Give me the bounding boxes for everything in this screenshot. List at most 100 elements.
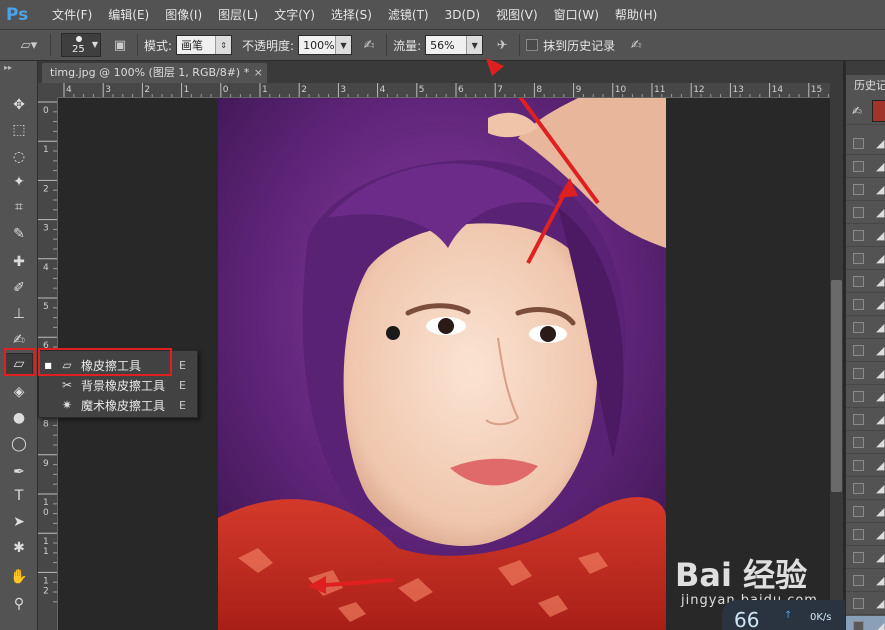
zoom-tool-icon[interactable]: ⚲ [5, 593, 33, 615]
history-state-checkbox[interactable] [853, 529, 864, 540]
menu-item[interactable]: 文字(Y) [266, 0, 323, 30]
history-state-row[interactable]: ◢ [846, 225, 885, 247]
history-state-row[interactable]: ◢ [846, 593, 885, 615]
eyedropper-tool-icon[interactable]: ✎ [5, 223, 33, 245]
history-state-row[interactable]: ◢ [846, 202, 885, 224]
history-state-row[interactable]: ◢ [846, 455, 885, 477]
history-state-checkbox[interactable] [853, 368, 864, 379]
history-state-row[interactable]: ◢ [846, 478, 885, 500]
chevron-down-icon: ▼ [335, 36, 352, 54]
menu-item[interactable]: 滤镜(T) [380, 0, 437, 30]
document-tab[interactable]: timg.jpg @ 100% (图层 1, RGB/8#) * × [42, 63, 267, 83]
history-state-checkbox[interactable] [853, 621, 864, 630]
opacity-input[interactable]: 100% ▼ [298, 35, 353, 55]
menu-item[interactable]: 3D(D) [437, 0, 488, 30]
history-state-row[interactable]: ◢ [846, 179, 885, 201]
history-state-row[interactable]: ◢ [846, 156, 885, 178]
history-state-row[interactable]: ◢ [846, 616, 885, 630]
ruler-tick-label: 3 [340, 85, 346, 95]
marquee-tool-icon[interactable]: ⬚ [5, 119, 33, 141]
menu-item[interactable]: 文件(F) [44, 0, 100, 30]
history-snapshot[interactable]: ✍ [846, 97, 885, 125]
erase-to-history-checkbox[interactable] [526, 39, 539, 51]
history-state-row[interactable]: ◢ [846, 432, 885, 454]
history-state-row[interactable]: ◢ [846, 294, 885, 316]
lasso-tool-icon[interactable]: ◌ [5, 146, 33, 168]
flyout-item-2[interactable]: ✷ 魔术橡皮擦工具 E [39, 395, 197, 415]
paint-bucket-tool-icon[interactable]: ◈ [5, 381, 33, 403]
history-state-row[interactable]: ◢ [846, 271, 885, 293]
divider [50, 34, 51, 56]
airbrush-icon[interactable]: ✈ [491, 34, 513, 56]
history-state-checkbox[interactable] [853, 552, 864, 563]
menu-item[interactable]: 图像(I) [157, 0, 210, 30]
panel-collapse-icon[interactable]: ▸▸ [4, 63, 12, 72]
menu-item[interactable]: 帮助(H) [607, 0, 665, 30]
pen-tool-icon[interactable]: ✒ [5, 461, 33, 483]
history-state-row[interactable]: ◢ [846, 386, 885, 408]
brush-panel-toggle-icon[interactable]: ▣ [109, 34, 131, 56]
history-state-checkbox[interactable] [853, 138, 864, 149]
history-state-row[interactable]: ◢ [846, 248, 885, 270]
menu-item[interactable]: 图层(L) [210, 0, 266, 30]
magic-wand-tool-icon[interactable]: ✦ [5, 171, 33, 193]
background-eraser-icon: ✂ [61, 378, 73, 392]
move-tool-icon[interactable]: ✥ [5, 94, 33, 116]
dodge-tool-icon[interactable]: ◯ [5, 433, 33, 455]
crop-tool-icon[interactable]: ⌗ [5, 196, 33, 218]
flow-input[interactable]: 56% ▼ [425, 35, 484, 55]
history-state-row[interactable]: ◢ [846, 317, 885, 339]
history-state-checkbox[interactable] [853, 230, 864, 241]
history-state-row[interactable]: ◢ [846, 133, 885, 155]
history-state-row[interactable]: ◢ [846, 363, 885, 385]
ruler-tick-label: 10 [615, 85, 627, 95]
history-state-checkbox[interactable] [853, 598, 864, 609]
flyout-item-1[interactable]: ✂ 背景橡皮擦工具 E [39, 375, 197, 395]
history-state-checkbox[interactable] [853, 161, 864, 172]
history-state-row[interactable]: ◢ [846, 524, 885, 546]
history-state-checkbox[interactable] [853, 460, 864, 471]
blur-tool-icon[interactable]: ● [5, 407, 33, 429]
history-state-row[interactable]: ◢ [846, 501, 885, 523]
history-state-checkbox[interactable] [853, 299, 864, 310]
menu-item[interactable]: 选择(S) [323, 0, 380, 30]
history-state-checkbox[interactable] [853, 184, 864, 195]
menu-item[interactable]: 窗口(W) [546, 0, 607, 30]
history-state-checkbox[interactable] [853, 276, 864, 287]
menu-item[interactable]: 视图(V) [488, 0, 546, 30]
history-state-row[interactable]: ◢ [846, 409, 885, 431]
menu-items: 文件(F) 编辑(E) 图像(I) 图层(L) 文字(Y) 选择(S) 滤镜(T) 3D(D)… [44, 0, 665, 30]
menu-item[interactable]: 编辑(E) [100, 0, 157, 30]
tablet-opacity-icon[interactable]: ✍ [358, 34, 380, 56]
history-state-checkbox[interactable] [853, 414, 864, 425]
stamp-tool-icon[interactable]: ⊥ [5, 303, 33, 325]
flyout-item-label: 背景橡皮擦工具 [81, 378, 166, 393]
history-state-checkbox[interactable] [853, 253, 864, 264]
mode-select[interactable]: 画笔 ⇕ [176, 35, 233, 55]
history-state-checkbox[interactable] [853, 322, 864, 333]
brush-tool-icon[interactable]: ✐ [5, 277, 33, 299]
shape-tool-icon[interactable]: ✱ [5, 537, 33, 559]
history-state-checkbox[interactable] [853, 575, 864, 586]
history-panel-title[interactable]: 历史记 [854, 77, 885, 93]
history-state-row[interactable]: ◢ [846, 570, 885, 592]
history-state-checkbox[interactable] [853, 391, 864, 402]
brush-size-picker[interactable]: 25 ▼ [61, 33, 101, 57]
hand-tool-icon[interactable]: ✋ [5, 566, 33, 588]
history-state-checkbox[interactable] [853, 483, 864, 494]
scrollbar-thumb[interactable] [831, 280, 842, 492]
history-state-row[interactable]: ◢ [846, 340, 885, 362]
history-state-row[interactable]: ◢ [846, 547, 885, 569]
photoshop-window: Ps 文件(F) 编辑(E) 图像(I) 图层(L) 文字(Y) 选择(S) 滤镜(T) 3D… [0, 0, 885, 630]
eraser-preset-icon[interactable]: ▱▾ [14, 34, 44, 56]
history-state-checkbox[interactable] [853, 437, 864, 448]
healing-brush-tool-icon[interactable]: ✚ [5, 251, 33, 273]
history-state-checkbox[interactable] [853, 207, 864, 218]
type-tool-icon[interactable]: T [5, 485, 33, 507]
close-icon[interactable]: × [254, 63, 263, 83]
history-state-checkbox[interactable] [853, 345, 864, 356]
eraser-state-icon: ◢ [876, 160, 885, 173]
tablet-size-icon[interactable]: ✍ [625, 34, 647, 56]
history-state-checkbox[interactable] [853, 506, 864, 517]
path-selection-tool-icon[interactable]: ➤ [5, 511, 33, 533]
